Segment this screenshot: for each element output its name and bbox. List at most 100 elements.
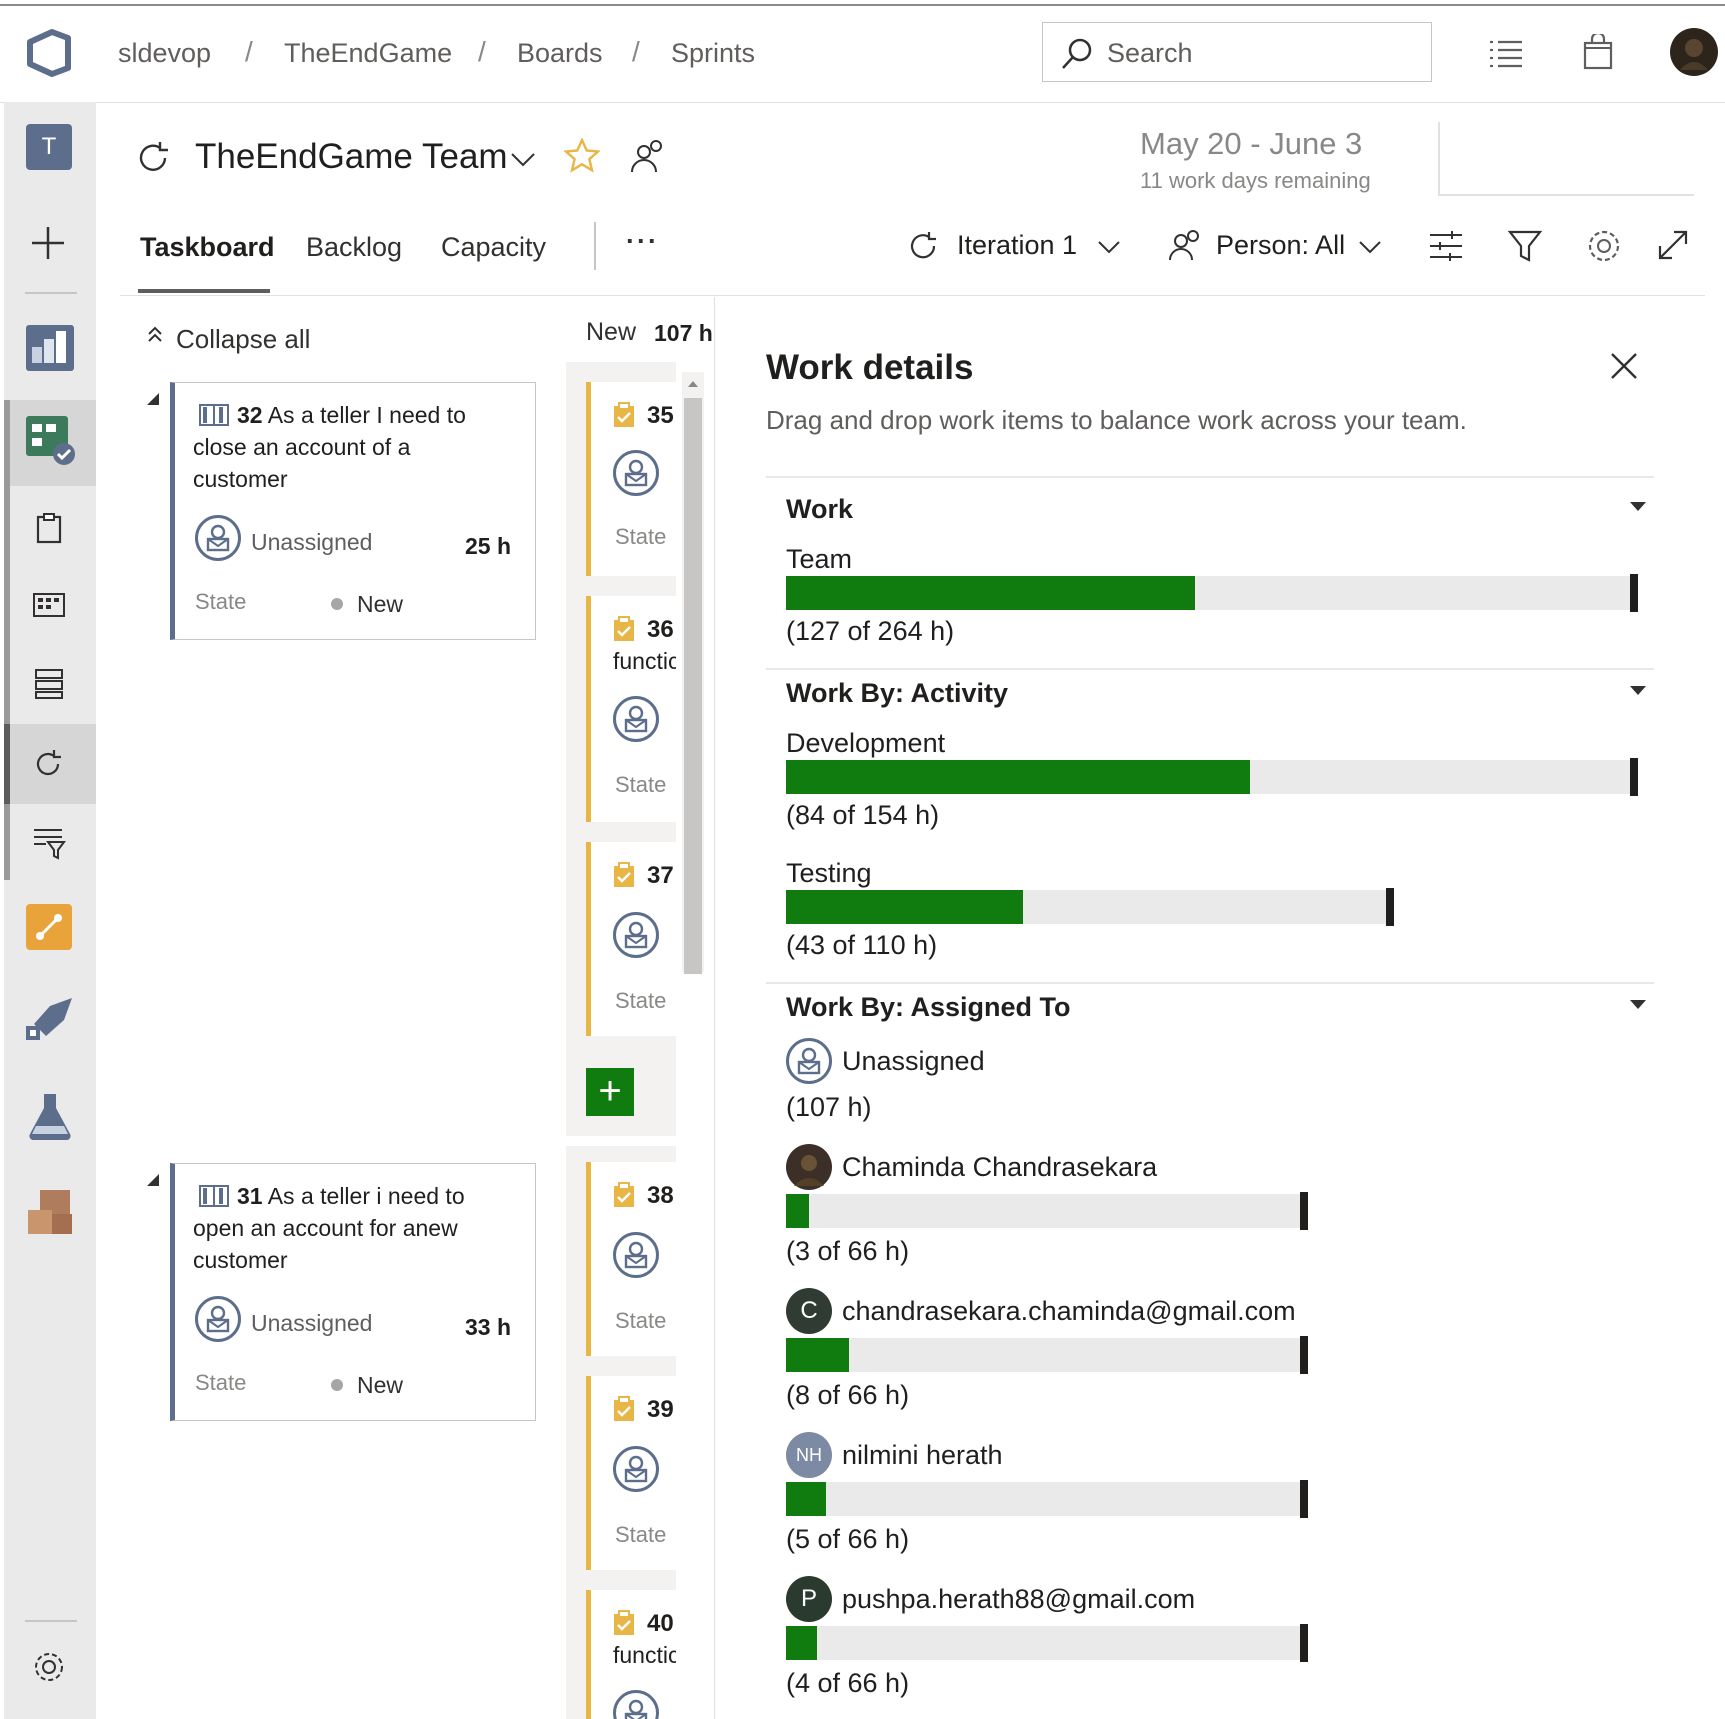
story-id[interactable]: 31 [237, 1183, 263, 1209]
user-avatar[interactable] [786, 1144, 832, 1190]
story-title-line[interactable]: close an account of a [193, 431, 410, 463]
assignee-name[interactable]: Unassigned [842, 1046, 985, 1077]
task-card[interactable]: 40 functic [586, 1590, 676, 1719]
sprints-icon[interactable] [32, 748, 66, 785]
favorite-star-icon[interactable] [563, 137, 601, 179]
iteration-picker[interactable]: Iteration 1 [957, 230, 1077, 261]
task-title[interactable]: functic [613, 648, 676, 675]
task-id[interactable]: 40 [647, 1610, 674, 1638]
task-card[interactable]: 37 State [586, 842, 676, 1036]
scrollbar-thumb[interactable] [684, 398, 702, 974]
assignee-name[interactable]: chandrasekara.chaminda@gmail.com [842, 1296, 1296, 1327]
task-title[interactable]: functic [613, 1642, 676, 1669]
board-icon[interactable] [32, 592, 66, 623]
team-name[interactable]: TheEndGame Team [195, 137, 508, 177]
tab-backlog[interactable]: Backlog [306, 232, 402, 263]
breadcrumb-org[interactable]: sldevop [118, 38, 211, 69]
chevron-down-icon[interactable] [1358, 240, 1382, 259]
close-icon[interactable] [1610, 352, 1638, 385]
story-card[interactable]: 32 As a teller I need to close an accoun… [170, 382, 536, 640]
user-avatar[interactable]: C [786, 1288, 832, 1334]
breadcrumb-project[interactable]: TheEndGame [284, 38, 452, 69]
pipelines-icon[interactable] [24, 996, 76, 1051]
scroll-up-icon[interactable] [686, 376, 700, 394]
assignee-name[interactable]: nilmini herath [842, 1440, 1003, 1471]
fullscreen-icon[interactable] [1656, 228, 1690, 267]
collapse-all-icon[interactable] [146, 324, 164, 351]
view-options-icon[interactable] [1428, 230, 1464, 267]
story-state[interactable]: New [357, 591, 403, 618]
collapse-caret-icon[interactable] [1630, 686, 1646, 695]
collapse-all-button[interactable]: Collapse all [176, 324, 310, 355]
plus-icon[interactable] [30, 225, 66, 266]
overview-icon[interactable] [26, 325, 74, 376]
task-id[interactable]: 36 [647, 616, 674, 644]
story-title-line[interactable]: As a teller I need to [268, 402, 466, 428]
filter-icon[interactable] [1507, 230, 1543, 267]
task-card[interactable]: 39 State [586, 1376, 676, 1570]
task-id[interactable]: 35 [647, 402, 674, 430]
chevron-down-icon[interactable] [510, 152, 536, 173]
search-box[interactable]: Search [1042, 22, 1432, 82]
repos-icon[interactable] [26, 904, 74, 957]
assignee-name[interactable]: Chaminda Chandrasekara [842, 1152, 1157, 1183]
unassigned-avatar-icon[interactable] [613, 912, 659, 958]
story-card[interactable]: 31 As a teller i need to open an account… [170, 1163, 536, 1421]
story-title-line[interactable]: customer [193, 463, 288, 495]
person-filter[interactable]: Person: All [1216, 230, 1345, 261]
unassigned-avatar-icon[interactable] [786, 1038, 832, 1084]
story-title-line[interactable]: customer [193, 1244, 288, 1276]
add-task-button[interactable]: + [586, 1068, 634, 1116]
task-id[interactable]: 37 [647, 862, 674, 890]
tab-taskboard[interactable]: Taskboard [140, 232, 275, 263]
task-list-icon[interactable] [1488, 38, 1524, 73]
section-title-work[interactable]: Work [786, 494, 853, 525]
panel-divider [714, 297, 715, 1719]
task-card[interactable]: 38 State [586, 1162, 676, 1356]
expand-row-icon[interactable] [147, 1173, 161, 1191]
unassigned-avatar-icon[interactable] [195, 1296, 241, 1342]
user-avatar[interactable]: P [786, 1576, 832, 1622]
marketplace-bag-icon[interactable] [1582, 31, 1614, 75]
queries-icon[interactable] [32, 826, 66, 865]
task-card[interactable]: 35 State [586, 382, 676, 576]
breadcrumb-page[interactable]: Sprints [671, 38, 755, 69]
unassigned-avatar-icon[interactable] [613, 1690, 659, 1719]
story-assignee[interactable]: Unassigned [251, 1310, 372, 1337]
breadcrumb-hub[interactable]: Boards [517, 38, 603, 69]
tab-capacity[interactable]: Capacity [441, 232, 546, 263]
test-plans-icon[interactable] [26, 1092, 74, 1145]
story-id[interactable]: 32 [237, 402, 263, 428]
unassigned-avatar-icon[interactable] [195, 515, 241, 561]
boards-icon[interactable] [26, 416, 76, 471]
chevron-down-icon[interactable] [1097, 240, 1121, 259]
task-card[interactable]: 36 functic State [586, 596, 676, 822]
unassigned-avatar-icon[interactable] [613, 696, 659, 742]
unassigned-avatar-icon[interactable] [613, 450, 659, 496]
assignee-name[interactable]: pushpa.herath88@gmail.com [842, 1584, 1195, 1615]
project-avatar[interactable]: T [26, 124, 72, 170]
story-state[interactable]: New [357, 1372, 403, 1399]
backlog-icon[interactable] [32, 668, 66, 705]
user-avatar[interactable]: NH [786, 1432, 832, 1478]
artifacts-icon[interactable] [26, 1188, 74, 1241]
story-title-line[interactable]: As a teller i need to [268, 1183, 465, 1209]
section-title-assigned[interactable]: Work By: Assigned To [786, 992, 1071, 1023]
settings-icon[interactable] [32, 1650, 66, 1689]
team-members-icon[interactable] [630, 138, 666, 179]
work-items-icon[interactable] [34, 512, 64, 549]
task-id[interactable]: 39 [647, 1396, 674, 1424]
gear-icon[interactable] [1586, 228, 1622, 269]
task-id[interactable]: 38 [647, 1182, 674, 1210]
collapse-caret-icon[interactable] [1630, 1000, 1646, 1009]
azure-devops-logo-icon[interactable] [24, 28, 74, 83]
collapse-caret-icon[interactable] [1630, 502, 1646, 511]
story-assignee[interactable]: Unassigned [251, 529, 372, 556]
story-title-line[interactable]: open an account for anew [193, 1212, 458, 1244]
expand-row-icon[interactable] [147, 392, 161, 410]
user-avatar[interactable] [1670, 28, 1718, 76]
more-actions-button[interactable]: ··· [626, 226, 659, 257]
section-title-activity[interactable]: Work By: Activity [786, 678, 1008, 709]
unassigned-avatar-icon[interactable] [613, 1232, 659, 1278]
unassigned-avatar-icon[interactable] [613, 1446, 659, 1492]
